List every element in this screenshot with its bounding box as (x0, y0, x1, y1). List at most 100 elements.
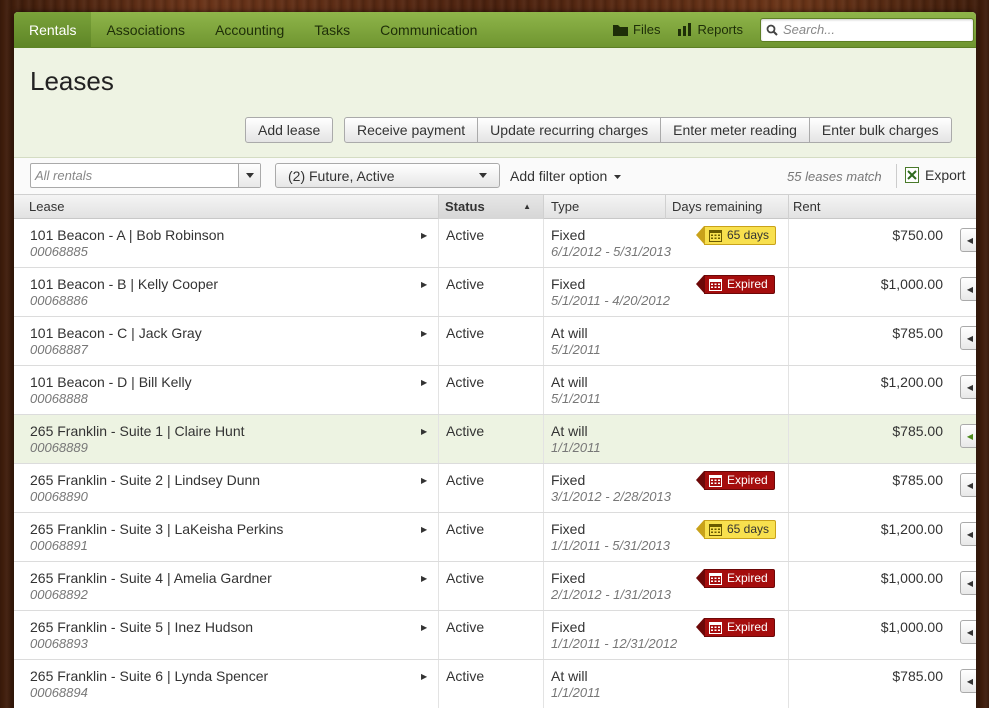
table-row[interactable]: 265 Franklin - Suite 3 | LaKeisha Perkin… (14, 513, 976, 562)
column-header-lease[interactable]: Lease (14, 195, 439, 219)
lease-cell: 101 Beacon - A | Bob Robinson 00068885 ▶ (14, 219, 439, 267)
row-actions-button[interactable]: ◀ (960, 522, 976, 546)
column-header-rent[interactable]: Rent (789, 195, 976, 219)
receive-payment-button[interactable]: Receive payment (344, 117, 479, 143)
table-row[interactable]: 265 Franklin - Suite 1 | Claire Hunt 0006… (14, 415, 976, 464)
lease-name-link[interactable]: 101 Beacon - A | Bob Robinson (30, 227, 224, 243)
lease-name-link[interactable]: 101 Beacon - C | Jack Gray (30, 325, 202, 341)
column-header-type-label: Type (551, 199, 580, 214)
table-row[interactable]: 101 Beacon - A | Bob Robinson 00068885 ▶ Ac… (14, 219, 976, 268)
nav-tools: Files Reports (604, 12, 976, 48)
row-actions-button[interactable]: ◀ (960, 620, 976, 644)
expand-arrow-icon[interactable]: ▶ (421, 672, 427, 681)
column-header-status-label: Status (445, 199, 485, 214)
lease-id: 00068888 (30, 391, 88, 406)
table-row[interactable]: 265 Franklin - Suite 5 | Inez Hudson 0006… (14, 611, 976, 660)
lease-id: 00068894 (30, 685, 88, 700)
status-text: Active (446, 423, 485, 439)
page-title: Leases (30, 66, 114, 96)
rent-amount: $785.00 (892, 668, 943, 684)
calendar-icon (709, 572, 722, 585)
row-actions-button[interactable]: ◀ (960, 326, 976, 350)
column-header-days-remaining[interactable]: Days remaining (666, 195, 789, 219)
add-lease-button[interactable]: Add lease (245, 117, 334, 143)
search-input[interactable] (783, 22, 963, 37)
rent-cell: $1,000.00 (789, 562, 954, 610)
bar-chart-icon (678, 23, 692, 36)
export-button[interactable]: Export (905, 167, 965, 183)
days-remaining-text: Expired (727, 277, 768, 291)
lease-name-link[interactable]: 101 Beacon - B | Kelly Cooper (30, 276, 218, 292)
row-actions-button[interactable]: ◀ (960, 669, 976, 693)
table-row[interactable]: 101 Beacon - C | Jack Gray 00068887 ▶ Activ… (14, 317, 976, 366)
row-actions-button[interactable]: ◀ (960, 375, 976, 399)
expand-arrow-icon[interactable]: ▶ (421, 623, 427, 632)
status-filter-select[interactable]: (2) Future, Active (275, 163, 500, 188)
lease-id: 00068891 (30, 538, 88, 553)
expand-arrow-icon[interactable]: ▶ (421, 231, 427, 240)
row-actions-button[interactable]: ◀ (960, 473, 976, 497)
lease-id: 00068887 (30, 342, 88, 357)
action-button-group: Receive payment Update recurring charges… (344, 117, 952, 143)
lease-cell: 265 Franklin - Suite 5 | Inez Hudson 0006… (14, 611, 439, 659)
enter-meter-reading-button[interactable]: Enter meter reading (660, 117, 810, 143)
nav-communication[interactable]: Communication (365, 12, 492, 48)
files-link[interactable]: Files (604, 22, 669, 37)
chevron-left-icon: ◀ (966, 431, 974, 441)
table-row[interactable]: 265 Franklin - Suite 6 | Lynda Spencer 00… (14, 660, 976, 708)
expand-arrow-icon[interactable]: ▶ (421, 525, 427, 534)
expand-arrow-icon[interactable]: ▶ (421, 280, 427, 289)
lease-type: Fixed (551, 227, 586, 243)
match-count: 55 leases match (787, 169, 882, 184)
expand-arrow-icon[interactable]: ▶ (421, 329, 427, 338)
lease-name-link[interactable]: 265 Franklin - Suite 2 | Lindsey Dunn (30, 472, 260, 488)
reports-link[interactable]: Reports (669, 22, 752, 37)
status-cell: Active (439, 513, 544, 561)
table-row[interactable]: 265 Franklin - Suite 2 | Lindsey Dunn 000… (14, 464, 976, 513)
expand-arrow-icon[interactable]: ▶ (421, 574, 427, 583)
table-row[interactable]: 101 Beacon - D | Bill Kelly 00068888 ▶ Acti… (14, 366, 976, 415)
add-filter-label: Add filter option (510, 168, 608, 184)
enter-bulk-charges-button[interactable]: Enter bulk charges (808, 117, 952, 143)
update-recurring-charges-button[interactable]: Update recurring charges (477, 117, 662, 143)
rentals-select[interactable]: All rentals (30, 163, 261, 188)
rent-amount: $785.00 (892, 423, 943, 439)
lease-name-link[interactable]: 265 Franklin - Suite 6 | Lynda Spencer (30, 668, 268, 684)
lease-dates: 5/1/2011 (551, 391, 601, 406)
lease-id: 00068886 (30, 293, 88, 308)
lease-name-link[interactable]: 265 Franklin - Suite 5 | Inez Hudson (30, 619, 253, 635)
row-actions-button[interactable]: ◀ (960, 277, 976, 301)
lease-name-link[interactable]: 265 Franklin - Suite 4 | Amelia Gardner (30, 570, 272, 586)
lease-type: Fixed (551, 521, 586, 537)
nav-rentals[interactable]: Rentals (14, 12, 92, 54)
column-header-status[interactable]: Status ▲ (439, 195, 544, 219)
table-row[interactable]: 265 Franklin - Suite 4 | Amelia Gardner 0… (14, 562, 976, 611)
lease-cell: 265 Franklin - Suite 6 | Lynda Spencer 00… (14, 660, 439, 708)
row-actions-button[interactable]: ◀ (960, 571, 976, 595)
app-window: Rentals Associations Accounting Tasks Co… (14, 12, 976, 708)
nav-tasks[interactable]: Tasks (299, 12, 365, 48)
status-cell: Active (439, 219, 544, 267)
lease-type: Fixed (551, 276, 586, 292)
lease-name-link[interactable]: 265 Franklin - Suite 3 | LaKeisha Perkin… (30, 521, 283, 537)
lease-dates: 1/1/2011 (551, 685, 601, 700)
table-row[interactable]: 101 Beacon - B | Kelly Cooper 00068886 ▶ Ac… (14, 268, 976, 317)
expand-arrow-icon[interactable]: ▶ (421, 427, 427, 436)
page-header: Leases Add lease Receive payment Update … (14, 48, 976, 158)
add-filter-option-link[interactable]: Add filter option (510, 168, 622, 184)
lease-cell: 265 Franklin - Suite 3 | LaKeisha Perkin… (14, 513, 439, 561)
lease-id: 00068890 (30, 489, 88, 504)
rentals-select-toggle[interactable] (238, 164, 260, 187)
nav-accounting[interactable]: Accounting (200, 12, 299, 48)
status-cell: Active (439, 660, 544, 708)
expand-arrow-icon[interactable]: ▶ (421, 378, 427, 387)
filter-bar: All rentals (2) Future, Active Add filte… (14, 158, 976, 195)
expand-arrow-icon[interactable]: ▶ (421, 476, 427, 485)
lease-name-link[interactable]: 101 Beacon - D | Bill Kelly (30, 374, 192, 390)
column-header-type[interactable]: Type (544, 195, 666, 219)
row-actions-button[interactable]: ◀ (960, 424, 976, 448)
nav-associations[interactable]: Associations (91, 12, 200, 48)
lease-type: At will (551, 423, 588, 439)
lease-name-link[interactable]: 265 Franklin - Suite 1 | Claire Hunt (30, 423, 245, 439)
row-actions-button[interactable]: ◀ (960, 228, 976, 252)
